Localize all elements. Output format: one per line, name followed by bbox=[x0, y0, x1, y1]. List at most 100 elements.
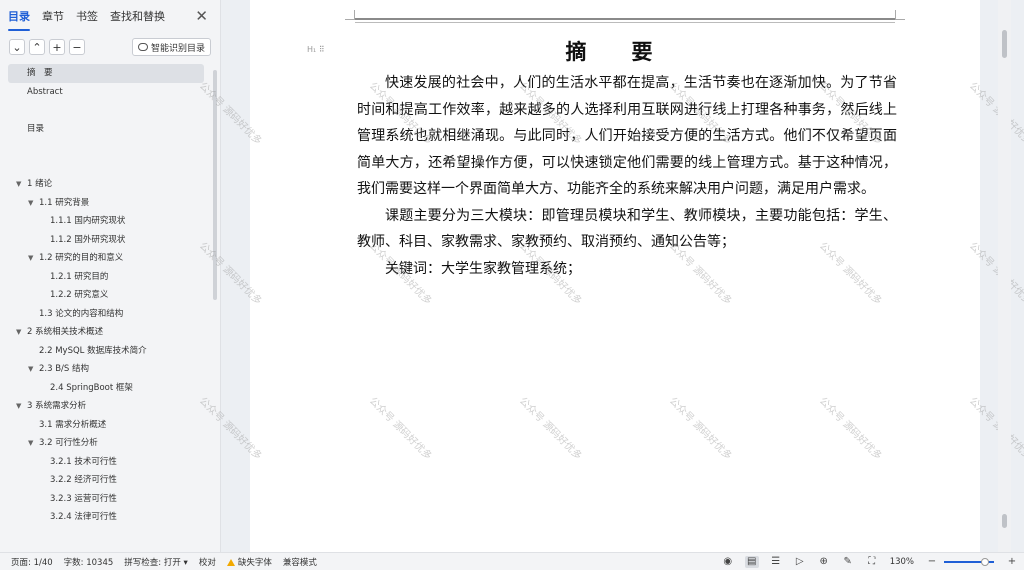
close-icon[interactable]: ✕ bbox=[195, 7, 208, 25]
tab-chapters[interactable]: 章节 bbox=[42, 6, 64, 26]
paragraph[interactable]: 快速发展的社会中，人们的生活水平都在提高，生活节奏也在逐渐加快。为了节省时间和提… bbox=[357, 70, 897, 203]
zoom-slider[interactable] bbox=[944, 556, 994, 568]
document-page: H₁ ⠿ 摘 要 快速发展的社会中，人们的生活水平都在提高，生活节奏也在逐渐加快… bbox=[197, 0, 1024, 552]
scroll-thumb[interactable] bbox=[1002, 30, 1007, 58]
add-icon[interactable]: + bbox=[49, 39, 65, 55]
toc-item[interactable]: ▼ 2.3 B/S 结构 bbox=[0, 360, 212, 379]
watermark-text: 公众号 源码好优多 bbox=[966, 240, 1024, 308]
fit-page-icon[interactable]: ⛶ bbox=[865, 556, 879, 568]
toc-item[interactable] bbox=[0, 138, 212, 157]
watermark-text: 公众号 源码好优多 bbox=[966, 395, 1024, 463]
document-title[interactable]: 摘 要 bbox=[250, 36, 980, 66]
toc-item-label: 3.1 需求分析概述 bbox=[39, 419, 107, 430]
toc-item-label: 目录 bbox=[27, 123, 45, 134]
watermark-text: 公众号 源码好优多 bbox=[666, 395, 734, 463]
paragraph[interactable]: 课题主要分为三大模块：即管理员模块和学生、教师模块，主要功能包括：学生、教师、科… bbox=[357, 203, 897, 256]
toc-item-label: 3.3 系统功能需求分析 bbox=[39, 545, 123, 548]
scroll-thumb-bottom[interactable] bbox=[1002, 514, 1007, 528]
expand-arrow-icon[interactable]: ▼ bbox=[28, 360, 33, 379]
toc-item[interactable] bbox=[0, 157, 212, 176]
toc-item[interactable]: 3.2.2 经济可行性 bbox=[0, 471, 212, 490]
toc-item[interactable]: ▼ 1.2 研究的目的和意义 bbox=[0, 249, 212, 268]
toc-item[interactable]: 1.3 论文的内容和结构 bbox=[0, 305, 212, 324]
toc-item[interactable]: 1.2.1 研究目的 bbox=[0, 268, 212, 287]
toc-item-label: 1.1.2 国外研究现状 bbox=[50, 234, 126, 245]
toc-item[interactable]: 3.1 需求分析概述 bbox=[0, 416, 212, 435]
page-view-icon[interactable]: ▤ bbox=[744, 556, 759, 568]
toc-item[interactable]: ▼ 3 系统需求分析 bbox=[0, 397, 212, 416]
toc-item[interactable]: 目录 bbox=[0, 120, 212, 139]
zoom-in-icon[interactable]: + bbox=[1005, 556, 1019, 568]
pen-icon[interactable]: ✎ bbox=[841, 556, 855, 568]
toc-item[interactable]: ▼ 3.2 可行性分析 bbox=[0, 434, 212, 453]
document-area: H₁ ⠿ 摘 要 快速发展的社会中，人们的生活水平都在提高，生活节奏也在逐渐加快… bbox=[197, 0, 1024, 552]
expand-arrow-icon[interactable]: ▼ bbox=[28, 194, 33, 213]
expand-arrow-icon[interactable]: ▼ bbox=[28, 249, 33, 268]
toc-item[interactable]: Abstract bbox=[0, 83, 212, 102]
toc-item-label: Abstract bbox=[27, 86, 63, 97]
tab-find-replace[interactable]: 查找和替换 bbox=[110, 6, 165, 26]
toc-item[interactable]: ▼ 1.1 研究背景 bbox=[0, 194, 212, 213]
toc-item[interactable]: 摘 要 bbox=[8, 64, 204, 83]
toc-item-label: 摘 要 bbox=[27, 68, 53, 78]
eye-icon[interactable]: ◉ bbox=[721, 556, 735, 568]
tab-toc[interactable]: 目录 bbox=[8, 6, 30, 31]
missing-font-label: 缺失字体 bbox=[237, 557, 272, 568]
expand-arrow-icon[interactable]: ▼ bbox=[16, 175, 21, 194]
warning-icon bbox=[226, 558, 235, 566]
toc-toolbar: ⌄ ⌃ + − 智能识别目录 bbox=[0, 34, 220, 60]
toc-item[interactable]: 1.1.2 国外研究现状 bbox=[0, 231, 212, 250]
proofread-button[interactable]: 校对 bbox=[199, 556, 216, 568]
outline-view-icon[interactable]: ☰ bbox=[769, 556, 783, 568]
toc-item[interactable]: 2.2 MySQL 数据库技术简介 bbox=[0, 342, 212, 361]
tab-bookmarks[interactable]: 书签 bbox=[76, 6, 98, 26]
expand-arrow-icon[interactable]: ▼ bbox=[16, 323, 21, 342]
toc-item-label: 3.2.3 运营可行性 bbox=[50, 493, 117, 504]
toc-item[interactable] bbox=[0, 527, 212, 546]
toc-item[interactable]: 3.2.1 技术可行性 bbox=[0, 453, 212, 472]
play-icon[interactable]: ▷ bbox=[793, 556, 807, 568]
spell-check-toggle[interactable]: 拼写检查: 打开 ▾ bbox=[124, 556, 188, 568]
toc-item-label: 1.2.2 研究意义 bbox=[50, 290, 109, 300]
toc-item-label: 3.2.2 经济可行性 bbox=[50, 475, 117, 485]
expand-arrow-icon[interactable]: ▼ bbox=[16, 397, 21, 416]
toc-item[interactable]: ▼ 2 系统相关技术概述 bbox=[0, 323, 212, 342]
word-count[interactable]: 字数: 10345 bbox=[64, 556, 114, 568]
toc-item-label: 1 绪论 bbox=[27, 179, 53, 189]
toc-item-label: 3.2.4 法律可行性 bbox=[50, 512, 117, 522]
toc-item[interactable]: 2.4 SpringBoot 框架 bbox=[0, 379, 212, 398]
missing-font-button[interactable]: 缺失字体 bbox=[226, 556, 272, 568]
page-indicator[interactable]: 页面: 1/40 bbox=[11, 556, 53, 568]
document-body[interactable]: 快速发展的社会中，人们的生活水平都在提高，生活节奏也在逐渐加快。为了节省时间和提… bbox=[357, 70, 897, 282]
watermark-text: 公众号 源码好优多 bbox=[816, 395, 884, 463]
expand-arrow-icon[interactable]: ▼ bbox=[28, 434, 33, 453]
document-scrollbar[interactable] bbox=[998, 0, 1011, 552]
paragraph[interactable]: 关键词：大学生家教管理系统； bbox=[357, 256, 897, 283]
margin-corner bbox=[345, 10, 355, 20]
toc-item[interactable]: 1.1.1 国内研究现状 bbox=[0, 212, 212, 231]
expand-arrow-icon[interactable]: ▼ bbox=[28, 545, 33, 548]
toc-item-label: 1.2.1 研究目的 bbox=[50, 271, 109, 282]
toc-item-label: 2.3 B/S 结构 bbox=[39, 364, 90, 374]
zoom-level[interactable]: 130% bbox=[890, 557, 914, 567]
toc-item[interactable] bbox=[0, 101, 212, 120]
toc-item[interactable]: 1.2.2 研究意义 bbox=[0, 286, 212, 305]
collapse-down-icon[interactable]: ⌄ bbox=[9, 39, 25, 55]
web-view-icon[interactable]: ⊕ bbox=[817, 556, 831, 568]
toc-item[interactable]: 3.2.3 运营可行性 bbox=[0, 490, 212, 509]
zoom-out-icon[interactable]: − bbox=[925, 556, 939, 568]
zoom-slider-knob[interactable] bbox=[981, 558, 989, 566]
toc-item[interactable]: ▼ 1 绪论 bbox=[0, 175, 212, 194]
toc-item-label: 2.4 SpringBoot 框架 bbox=[50, 382, 133, 393]
watermark-text: 公众号 源码好优多 bbox=[966, 80, 1024, 148]
toc-item[interactable]: ▼ 3.3 系统功能需求分析 bbox=[0, 545, 212, 548]
expand-up-icon[interactable]: ⌃ bbox=[29, 39, 45, 55]
remove-icon[interactable]: − bbox=[69, 39, 85, 55]
toc-scrollbar[interactable] bbox=[213, 70, 217, 300]
toc-item[interactable]: 3.2.4 法律可行性 bbox=[0, 508, 212, 527]
smart-recognize-toc-button[interactable]: 智能识别目录 bbox=[131, 38, 211, 56]
toc-item-label: 3.2.1 技术可行性 bbox=[50, 456, 117, 467]
watermark-text: 公众号 源码好优多 bbox=[366, 395, 434, 463]
toc-item-label: 3.2 可行性分析 bbox=[39, 438, 98, 448]
toc-item-label: 3 系统需求分析 bbox=[27, 401, 87, 411]
